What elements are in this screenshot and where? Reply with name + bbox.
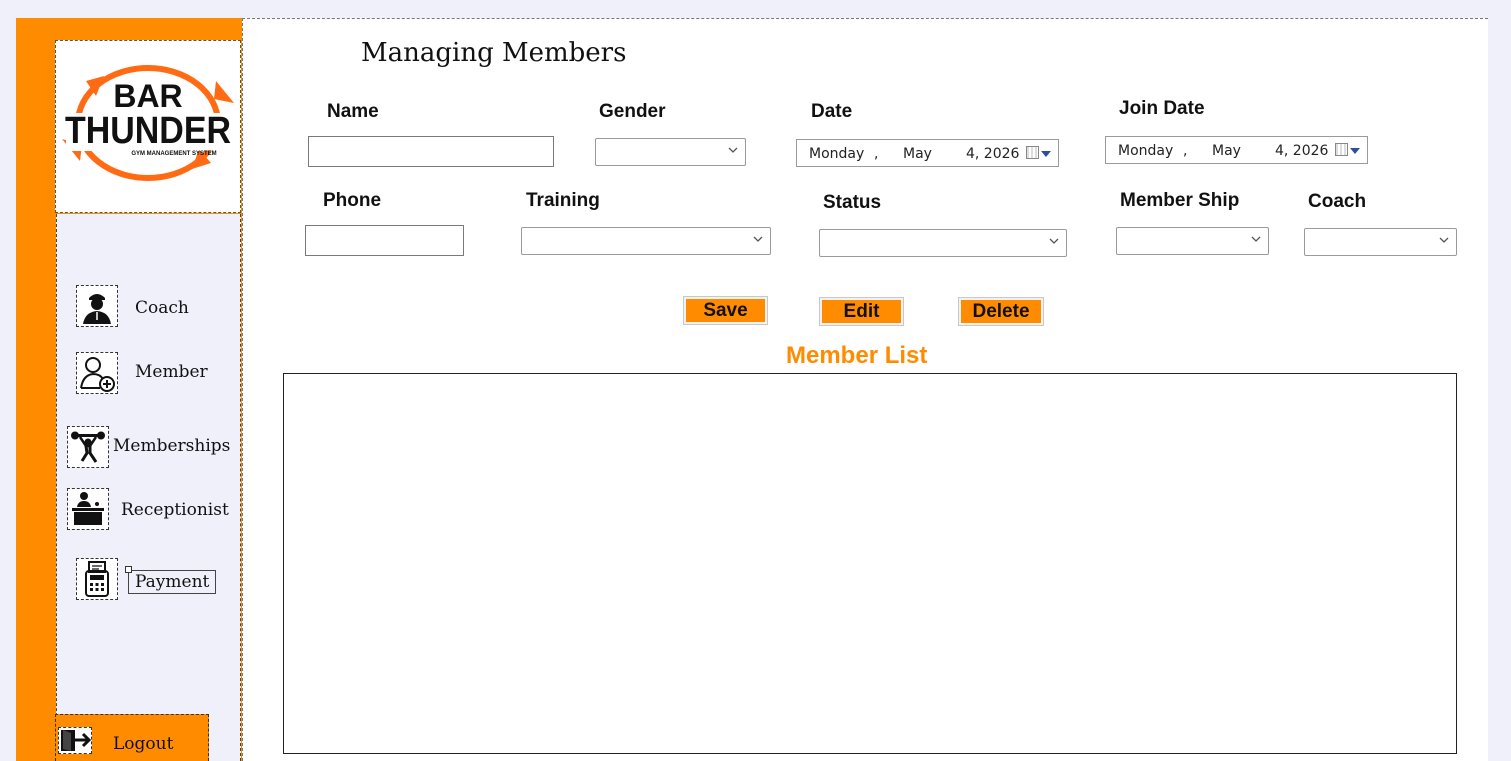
dropdown-arrow-icon[interactable] [1350, 148, 1360, 154]
join-date-label: Join Date [1119, 98, 1205, 119]
dropdown-arrow-icon[interactable] [1041, 151, 1051, 157]
sidebar-item-payment[interactable]: Payment [128, 570, 217, 594]
selection-handle [125, 566, 132, 573]
sidebar-item-memberships[interactable]: Memberships [113, 436, 230, 456]
coach-select[interactable] [1304, 228, 1457, 256]
join-date-daynum-year: 4, 2026 [1275, 143, 1329, 159]
page-title: Managing Members [361, 38, 627, 68]
phone-field[interactable] [305, 225, 464, 256]
edit-button[interactable]: Edit [819, 297, 904, 326]
date-month: May [903, 146, 932, 162]
logo-line2: THUNDER [65, 110, 231, 152]
chevron-down-icon [1251, 236, 1261, 242]
status-select[interactable] [819, 229, 1067, 257]
chevron-down-icon [1439, 237, 1449, 243]
add-member-icon[interactable] [76, 352, 118, 394]
status-label: Status [823, 192, 882, 213]
gender-select[interactable] [595, 138, 746, 166]
membership-label: Member Ship [1120, 190, 1240, 211]
bar-thunder-logo-icon: BAR THUNDER GYM MANAGEMENT SYSTEM [62, 65, 234, 181]
save-button[interactable]: Save [683, 296, 768, 325]
join-date-picker[interactable]: Monday , May 4, 2026 [1105, 136, 1368, 164]
logo-tagline: GYM MANAGEMENT SYSTEM [131, 151, 216, 157]
member-list-grid[interactable] [283, 373, 1457, 754]
logout-icon[interactable] [58, 727, 92, 754]
delete-button[interactable]: Delete [958, 297, 1044, 326]
sidebar-item-member[interactable]: Member [135, 362, 208, 382]
coach-icon[interactable] [76, 285, 118, 327]
gender-label: Gender [599, 101, 666, 122]
receptionist-icon[interactable] [67, 488, 109, 530]
calendar-icon[interactable] [1335, 143, 1348, 156]
payment-terminal-icon[interactable] [76, 558, 118, 600]
date-picker[interactable]: Monday , May 4, 2026 [796, 139, 1059, 167]
membership-select[interactable] [1116, 227, 1269, 255]
chevron-down-icon [753, 236, 763, 242]
training-label: Training [526, 190, 600, 211]
sidebar-item-receptionist[interactable]: Receptionist [121, 500, 229, 520]
join-date-month: May [1212, 143, 1241, 159]
date-day: Monday [809, 146, 865, 162]
name-label: Name [327, 101, 379, 122]
chevron-down-icon [1049, 238, 1059, 244]
member-list-title: Member List [786, 342, 928, 369]
logout-label[interactable]: Logout [113, 734, 173, 754]
date-daynum-year: 4, 2026 [966, 146, 1020, 162]
chevron-down-icon [728, 147, 738, 153]
training-select[interactable] [521, 227, 771, 255]
calendar-icon[interactable] [1026, 146, 1039, 159]
phone-label: Phone [323, 190, 382, 211]
name-field[interactable] [308, 136, 554, 167]
coach-label: Coach [1308, 191, 1367, 212]
join-date-sep: , [1183, 143, 1188, 159]
date-sep: , [874, 146, 879, 162]
sidebar-item-coach[interactable]: Coach [135, 298, 189, 318]
weightlifter-icon[interactable] [67, 426, 109, 468]
logo-line1: BAR [113, 78, 182, 114]
logo: BAR THUNDER GYM MANAGEMENT SYSTEM [55, 40, 241, 213]
date-label: Date [811, 101, 853, 122]
join-date-day: Monday [1118, 143, 1174, 159]
